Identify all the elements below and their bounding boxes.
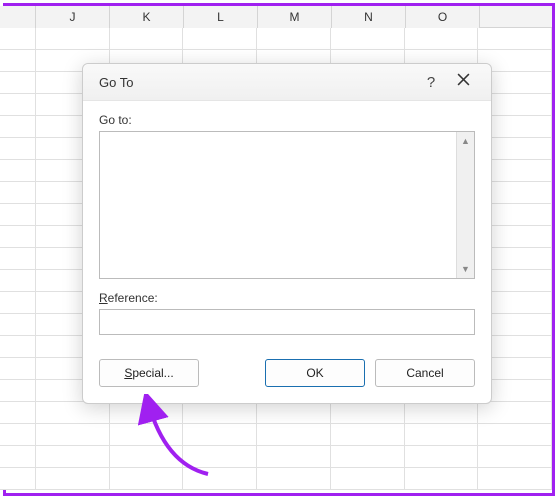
cell[interactable]: [257, 468, 331, 490]
cell[interactable]: [0, 380, 36, 402]
cell[interactable]: [0, 94, 36, 116]
cell[interactable]: [257, 424, 331, 446]
cell[interactable]: [183, 468, 257, 490]
cell[interactable]: [0, 468, 36, 490]
cell[interactable]: [0, 116, 36, 138]
cell[interactable]: [0, 292, 36, 314]
cell[interactable]: [257, 402, 331, 424]
goto-listbox[interactable]: ▲ ▼: [99, 131, 475, 279]
scrollbar[interactable]: ▲ ▼: [456, 132, 474, 278]
cell[interactable]: [110, 446, 184, 468]
cell[interactable]: [0, 248, 36, 270]
dialog-titlebar[interactable]: Go To ?: [83, 64, 491, 101]
cell[interactable]: [478, 424, 552, 446]
reference-input[interactable]: [99, 309, 475, 335]
cell[interactable]: [110, 28, 184, 50]
goto-dialog: Go To ? Go to: ▲ ▼ Reference: Special...…: [82, 63, 492, 404]
column-header[interactable]: J: [36, 6, 110, 28]
cell[interactable]: [0, 204, 36, 226]
cell[interactable]: [0, 50, 36, 72]
goto-label: Go to:: [99, 113, 475, 127]
cell[interactable]: [110, 402, 184, 424]
cell[interactable]: [0, 336, 36, 358]
cell[interactable]: [331, 468, 405, 490]
cell[interactable]: [0, 182, 36, 204]
cell[interactable]: [36, 468, 110, 490]
cancel-button[interactable]: Cancel: [375, 359, 475, 387]
cell[interactable]: [405, 28, 479, 50]
cell[interactable]: [257, 446, 331, 468]
cell[interactable]: [0, 424, 36, 446]
cell[interactable]: [0, 138, 36, 160]
cell[interactable]: [36, 28, 110, 50]
close-icon[interactable]: [447, 73, 479, 91]
scroll-down-icon[interactable]: ▼: [457, 260, 474, 278]
column-header[interactable]: N: [332, 6, 406, 28]
column-header[interactable]: I: [0, 6, 36, 28]
cell[interactable]: [36, 446, 110, 468]
cell[interactable]: [183, 28, 257, 50]
cell[interactable]: [183, 446, 257, 468]
cell[interactable]: [478, 402, 552, 424]
cell[interactable]: [478, 28, 552, 50]
cell[interactable]: [183, 424, 257, 446]
cell[interactable]: [183, 402, 257, 424]
cell[interactable]: [0, 28, 36, 50]
reference-label: Reference:: [99, 291, 475, 305]
column-header[interactable]: L: [184, 6, 258, 28]
special-button[interactable]: Special...: [99, 359, 199, 387]
cell[interactable]: [0, 226, 36, 248]
dialog-title: Go To: [99, 75, 415, 90]
cell[interactable]: [0, 314, 36, 336]
cell[interactable]: [0, 358, 36, 380]
cell[interactable]: [36, 424, 110, 446]
cell[interactable]: [110, 468, 184, 490]
ok-button[interactable]: OK: [265, 359, 365, 387]
cell[interactable]: [257, 28, 331, 50]
cell[interactable]: [110, 424, 184, 446]
cell[interactable]: [0, 72, 36, 94]
cell[interactable]: [331, 28, 405, 50]
column-header[interactable]: K: [110, 6, 184, 28]
column-header[interactable]: M: [258, 6, 332, 28]
cell[interactable]: [0, 270, 36, 292]
cell[interactable]: [0, 160, 36, 182]
cell[interactable]: [405, 402, 479, 424]
cell[interactable]: [405, 424, 479, 446]
cell[interactable]: [331, 446, 405, 468]
column-header[interactable]: O: [406, 6, 480, 28]
cell[interactable]: [0, 402, 36, 424]
cell[interactable]: [478, 446, 552, 468]
cell[interactable]: [0, 446, 36, 468]
scroll-up-icon[interactable]: ▲: [457, 132, 474, 150]
cell[interactable]: [36, 402, 110, 424]
cell[interactable]: [331, 402, 405, 424]
column-headers-row: I J K L M N O: [0, 6, 552, 28]
cell[interactable]: [478, 468, 552, 490]
help-icon[interactable]: ?: [415, 74, 447, 91]
cell[interactable]: [405, 468, 479, 490]
cell[interactable]: [331, 424, 405, 446]
cell[interactable]: [405, 446, 479, 468]
